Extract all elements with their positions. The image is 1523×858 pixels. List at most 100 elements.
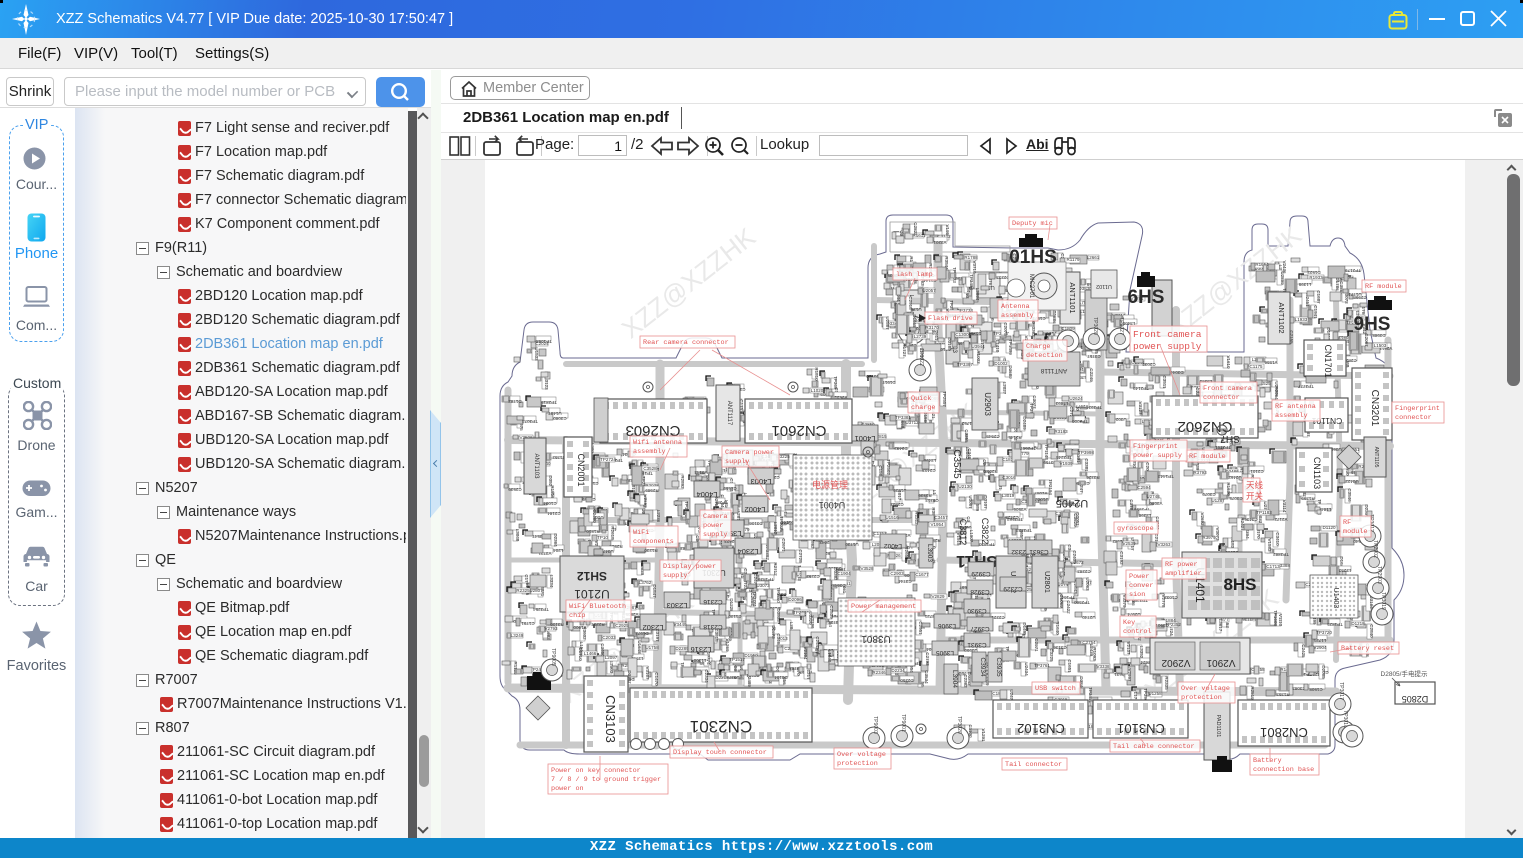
svg-text:C3629: C3629 xyxy=(1073,513,1078,527)
svg-text:R1399: R1399 xyxy=(1301,496,1315,501)
svg-text:V3127: V3127 xyxy=(1138,401,1143,415)
svg-text:L1040: L1040 xyxy=(827,650,832,663)
svg-text:L1466: L1466 xyxy=(584,651,597,656)
svg-text:C2822: C2822 xyxy=(913,222,918,236)
svg-text:TP3761: TP3761 xyxy=(1034,663,1050,668)
svg-text:R2618: R2618 xyxy=(610,526,615,540)
svg-text:R1230: R1230 xyxy=(644,548,658,553)
svg-text:L1907: L1907 xyxy=(969,530,974,543)
svg-text:D3805: D3805 xyxy=(776,608,781,622)
svg-text:D1782: D1782 xyxy=(508,399,522,404)
svg-text:TP2724: TP2724 xyxy=(600,457,616,462)
svg-text:R1003: R1003 xyxy=(976,350,981,364)
svg-text:C3381: C3381 xyxy=(1084,458,1089,472)
svg-text:L3893: L3893 xyxy=(1055,401,1068,406)
svg-text:U3073: U3073 xyxy=(756,583,770,588)
svg-text:L1020: L1020 xyxy=(811,388,824,393)
svg-text:L2739: L2739 xyxy=(914,334,927,339)
svg-text:C2249: C2249 xyxy=(1089,368,1094,382)
svg-text:TP3035: TP3035 xyxy=(779,516,784,532)
svg-text:C1941: C1941 xyxy=(1313,305,1318,319)
svg-text:C3757: C3757 xyxy=(1087,354,1101,359)
svg-text:C2428: C2428 xyxy=(1005,515,1019,520)
svg-text:V3030: V3030 xyxy=(1149,501,1163,506)
svg-text:C3511: C3511 xyxy=(1162,376,1167,389)
svg-text:U3801: U3801 xyxy=(861,633,891,644)
svg-text:R2427: R2427 xyxy=(1240,517,1245,531)
svg-text:C3079: C3079 xyxy=(1202,492,1216,497)
svg-text:U2057: U2057 xyxy=(922,288,936,293)
svg-text:U2063: U2063 xyxy=(1085,577,1090,591)
svg-text:D2085: D2085 xyxy=(1321,665,1326,679)
svg-text:C2793: C2793 xyxy=(925,652,930,666)
svg-text:V3263: V3263 xyxy=(1157,542,1171,547)
svg-text:C3083: C3083 xyxy=(1292,686,1306,691)
svg-text:R3326: R3326 xyxy=(1086,475,1100,480)
svg-text:TP1608: TP1608 xyxy=(1273,610,1278,626)
svg-text:R2335: R2335 xyxy=(1164,676,1169,690)
svg-text:C1069: C1069 xyxy=(1059,594,1064,608)
svg-text:C2334: C2334 xyxy=(704,669,709,683)
svg-text:V1939: V1939 xyxy=(1059,461,1073,466)
svg-text:TP2557: TP2557 xyxy=(942,391,947,407)
svg-text:C3410: C3410 xyxy=(1275,532,1280,546)
svg-text:L1399: L1399 xyxy=(1298,282,1311,287)
svg-text:U2462: U2462 xyxy=(1228,475,1242,480)
svg-text:D2489: D2489 xyxy=(1022,416,1027,430)
svg-text:U2130: U2130 xyxy=(958,484,972,489)
svg-text:R1312: R1312 xyxy=(914,511,919,525)
svg-text:D3104: D3104 xyxy=(774,675,788,680)
svg-text:C3866: C3866 xyxy=(968,331,982,336)
svg-text:L2439: L2439 xyxy=(1089,644,1094,657)
svg-text:D1218: D1218 xyxy=(1351,621,1365,626)
svg-text:V2829: V2829 xyxy=(931,594,945,599)
svg-text:L2097: L2097 xyxy=(605,655,618,660)
svg-text:TP2815: TP2815 xyxy=(541,400,557,405)
svg-text:C2594: C2594 xyxy=(1137,485,1151,490)
svg-text:V3114: V3114 xyxy=(1282,500,1287,513)
svg-text:TP2000: TP2000 xyxy=(1072,419,1088,424)
svg-text:L2042: L2042 xyxy=(965,447,970,460)
svg-text:V1583: V1583 xyxy=(1267,538,1272,552)
svg-text:D1228: D1228 xyxy=(729,598,734,612)
svg-text:TP1860: TP1860 xyxy=(776,587,781,603)
svg-text:D2289: D2289 xyxy=(675,646,689,651)
svg-text:U3375: U3375 xyxy=(726,675,740,680)
svg-text:TP1839: TP1839 xyxy=(758,577,774,582)
svg-text:TP1517: TP1517 xyxy=(729,657,745,662)
svg-text:C2422: C2422 xyxy=(1066,600,1071,614)
svg-text:L3019: L3019 xyxy=(1002,493,1015,498)
svg-text:V1291: V1291 xyxy=(981,728,986,742)
svg-text:D1555: D1555 xyxy=(912,314,917,328)
svg-text:C1004: C1004 xyxy=(543,501,557,506)
svg-text:R1727: R1727 xyxy=(902,343,907,357)
svg-text:V2778: V2778 xyxy=(1161,594,1166,608)
svg-text:TP3998: TP3998 xyxy=(1078,450,1094,455)
svg-text:V1900: V1900 xyxy=(573,625,587,630)
svg-text:C1651: C1651 xyxy=(1067,659,1072,673)
svg-text:V3506: V3506 xyxy=(1013,507,1027,512)
svg-text:U1533: U1533 xyxy=(534,347,539,361)
svg-text:D3106: D3106 xyxy=(749,521,763,526)
svg-text:C2971: C2971 xyxy=(1034,638,1039,652)
svg-text:C1470: C1470 xyxy=(654,672,659,686)
svg-text:R1640: R1640 xyxy=(1055,621,1060,635)
svg-text:C1130: C1130 xyxy=(728,614,741,619)
svg-text:TP3494: TP3494 xyxy=(969,274,974,290)
svg-text:TP1825: TP1825 xyxy=(1327,622,1343,627)
svg-text:L3094: L3094 xyxy=(975,288,980,301)
svg-text:C2033: C2033 xyxy=(1142,362,1156,367)
svg-text:V3528: V3528 xyxy=(860,566,874,571)
svg-text:D2250: D2250 xyxy=(900,678,914,683)
svg-text:U3944: U3944 xyxy=(971,344,985,349)
svg-text:R2892: R2892 xyxy=(680,475,685,489)
svg-text:U2807: U2807 xyxy=(529,588,543,593)
svg-text:R1690: R1690 xyxy=(1226,482,1231,496)
svg-text:C2252: C2252 xyxy=(806,574,820,579)
svg-text:C1713: C1713 xyxy=(1266,564,1280,569)
svg-text:C3528: C3528 xyxy=(643,466,657,471)
svg-text:C2425: C2425 xyxy=(1301,644,1306,658)
svg-text:V2137: V2137 xyxy=(1126,641,1131,655)
svg-text:L2012: L2012 xyxy=(773,522,778,535)
svg-text:TP3073: TP3073 xyxy=(522,419,538,424)
